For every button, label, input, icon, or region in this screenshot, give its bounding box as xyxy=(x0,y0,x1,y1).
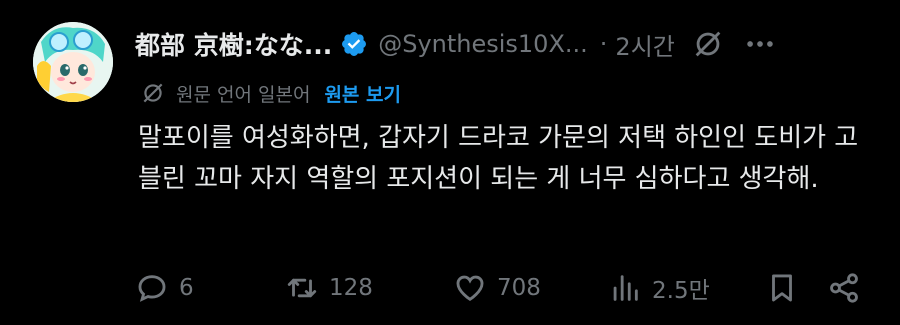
post-text: 말포이를 여성화하면, 갑자기 드라코 가문의 저택 하인인 도비가 고블린 꼬… xyxy=(138,123,859,194)
repost-button[interactable]: 128 xyxy=(285,268,373,308)
bookmark-button[interactable] xyxy=(765,268,799,308)
reply-count: 6 xyxy=(179,275,194,301)
author-name[interactable]: 都部 京樹:なな... xyxy=(135,26,332,62)
avatar[interactable] xyxy=(33,22,113,102)
grok-icon[interactable] xyxy=(691,27,725,61)
reply-icon xyxy=(138,275,166,302)
share-icon xyxy=(830,273,858,303)
views-count: 2.5만 xyxy=(652,278,710,304)
post-time[interactable]: 2시간 xyxy=(615,27,674,62)
like-count: 708 xyxy=(497,275,541,301)
separator-dot: · xyxy=(599,30,608,58)
translation-row: 원문 언어 일본어 원본 보기 xyxy=(140,78,401,108)
views-button[interactable]: 2.5만 xyxy=(608,268,710,308)
show-original-link[interactable]: 원본 보기 xyxy=(324,80,401,107)
action-bar: 6 128 708 2.5만 xyxy=(135,268,875,308)
views-icon xyxy=(613,275,638,301)
like-icon xyxy=(456,275,484,302)
translate-icon xyxy=(143,83,163,103)
bookmark-icon xyxy=(772,274,792,302)
repost-icon xyxy=(287,278,317,298)
translation-label: 원문 언어 일본어 xyxy=(176,83,311,106)
more-icon[interactable] xyxy=(743,27,777,61)
repost-count: 128 xyxy=(329,275,373,301)
author-handle[interactable]: @Synthesis10X... xyxy=(378,30,588,58)
post-header: 都部 京樹:なな... @Synthesis10X... · 2시간 xyxy=(135,24,880,64)
share-button[interactable] xyxy=(827,268,861,308)
verified-badge-icon xyxy=(342,32,367,56)
like-button[interactable]: 708 xyxy=(453,268,541,308)
reply-button[interactable]: 6 xyxy=(135,268,194,308)
